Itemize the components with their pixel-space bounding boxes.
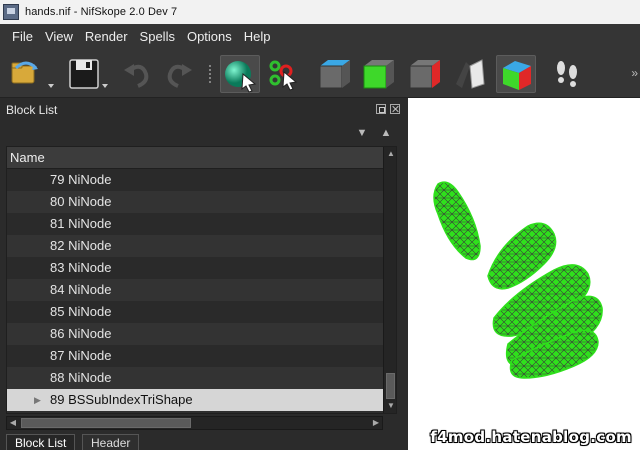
select-object-button[interactable] <box>220 55 260 93</box>
tree-row[interactable]: 80 NiNode <box>7 191 383 213</box>
view-front-button[interactable] <box>360 56 396 92</box>
perspective-button[interactable] <box>496 55 536 93</box>
toolbar: » <box>0 50 640 98</box>
menu-file[interactable]: File <box>6 24 39 50</box>
undo-icon <box>124 64 149 88</box>
load-button[interactable] <box>8 56 54 92</box>
watermark: f4mod.hatenablog.com <box>430 428 632 446</box>
tree-row-label: 89 BSSubIndexTriShape <box>50 392 193 407</box>
redo-button[interactable] <box>160 56 196 92</box>
view-top-button[interactable] <box>316 56 352 92</box>
tree-row[interactable]: 84 NiNode <box>7 279 383 301</box>
menu-render[interactable]: Render <box>79 24 134 50</box>
tree-row[interactable]: 83 NiNode <box>7 257 383 279</box>
tree-row-label: 84 NiNode <box>50 282 112 297</box>
view-front-icon <box>363 60 394 89</box>
tree-row-label: 85 NiNode <box>50 304 112 319</box>
toolbar-overflow-button[interactable]: » <box>631 66 638 80</box>
scroll-down-icon[interactable]: ▼ <box>384 399 396 413</box>
column-header-name[interactable]: Name <box>7 147 383 169</box>
menu-bar: File View Render Spells Options Help <box>0 24 640 50</box>
tab-block-list[interactable]: Block List <box>6 434 76 450</box>
save-icon <box>69 59 108 89</box>
dock-close-button[interactable] <box>390 104 400 114</box>
select-vertex-icon <box>269 60 298 91</box>
menu-options[interactable]: Options <box>181 24 238 50</box>
dock-float-button[interactable] <box>376 104 386 114</box>
block-tree[interactable]: Name 79 NiNode 80 NiNode 81 NiNode 82 NiNod… <box>6 146 397 414</box>
dock-tabs: Block List Header <box>0 432 408 450</box>
menu-help[interactable]: Help <box>238 24 277 50</box>
select-vertex-button[interactable] <box>266 56 302 92</box>
hand-mesh <box>433 181 603 379</box>
view-flip-button[interactable] <box>452 56 488 92</box>
hscroll-thumb[interactable] <box>21 418 191 428</box>
menu-spells[interactable]: Spells <box>134 24 181 50</box>
tree-row-label: 86 NiNode <box>50 326 112 341</box>
view-top-icon <box>319 60 350 89</box>
vertical-scrollbar[interactable]: ▲ ▼ <box>383 147 396 413</box>
block-list-dock: Block List ▼ ▲ Name 79 NiNode 80 NiNode 81… <box>0 98 408 450</box>
scroll-right-icon[interactable]: ▶ <box>370 417 382 429</box>
scroll-thumb[interactable] <box>386 373 395 399</box>
window-title: hands.nif - NifSkope 2.0 Dev 7 <box>25 6 178 18</box>
tree-row-label: 79 NiNode <box>50 172 112 187</box>
tree-row[interactable]: ▶ 89 BSSubIndexTriShape <box>7 389 383 411</box>
expand-all-icon[interactable]: ▼ <box>355 126 369 140</box>
undo-button[interactable] <box>120 56 156 92</box>
view-flip-icon <box>456 59 485 89</box>
expand-arrow-icon[interactable]: ▶ <box>34 389 41 411</box>
tree-row-label: 88 NiNode <box>50 370 112 385</box>
perspective-icon <box>503 61 531 90</box>
dock-title: Block List <box>6 103 58 117</box>
redo-icon <box>167 64 192 88</box>
load-icon <box>11 61 54 88</box>
tree-row-label: 80 NiNode <box>50 194 112 209</box>
app-icon <box>3 4 19 20</box>
tree-row-label: 81 NiNode <box>50 216 112 231</box>
horizontal-scrollbar[interactable]: ◀ ▶ <box>6 416 383 430</box>
toolbar-grip[interactable] <box>208 64 212 84</box>
tree-row[interactable]: 87 NiNode <box>7 345 383 367</box>
collapse-all-icon[interactable]: ▲ <box>379 126 393 140</box>
tab-header[interactable]: Header <box>82 434 140 450</box>
tree-row[interactable]: 88 NiNode <box>7 367 383 389</box>
tree-row-label: 83 NiNode <box>50 260 112 275</box>
tree-row-label: 87 NiNode <box>50 348 112 363</box>
view-side-button[interactable] <box>406 56 442 92</box>
menu-view[interactable]: View <box>39 24 79 50</box>
walk-button[interactable] <box>550 56 586 92</box>
scroll-up-icon[interactable]: ▲ <box>384 147 396 161</box>
save-button[interactable] <box>66 56 108 92</box>
tree-row[interactable]: 79 NiNode <box>7 169 383 191</box>
title-bar: hands.nif - NifSkope 2.0 Dev 7 <box>0 0 640 24</box>
tree-rows: 79 NiNode 80 NiNode 81 NiNode 82 NiNode 83 N… <box>7 169 383 411</box>
tree-row[interactable]: 85 NiNode <box>7 301 383 323</box>
tree-row[interactable]: 81 NiNode <box>7 213 383 235</box>
view-side-icon <box>409 60 440 89</box>
walk-icon <box>557 61 577 87</box>
select-object-icon <box>225 61 257 93</box>
tree-row[interactable]: 86 NiNode <box>7 323 383 345</box>
scroll-left-icon[interactable]: ◀ <box>7 417 19 429</box>
render-viewport[interactable]: f4mod.hatenablog.com <box>408 98 640 450</box>
tree-row[interactable]: 82 NiNode <box>7 235 383 257</box>
tree-row-label: 82 NiNode <box>50 238 112 253</box>
